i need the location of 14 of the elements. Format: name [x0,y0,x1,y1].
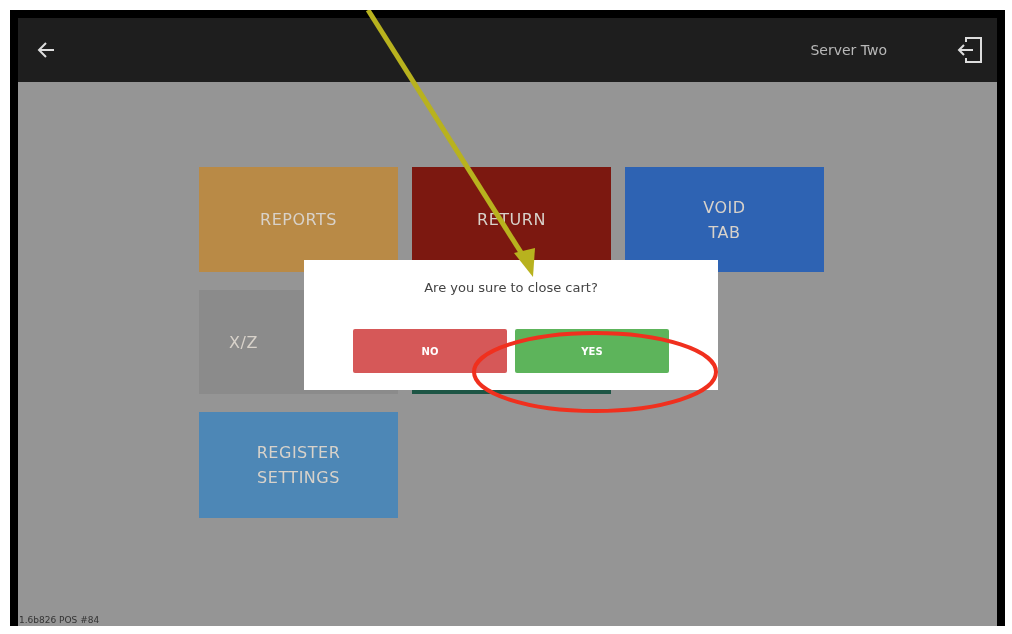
yes-button[interactable]: YES [515,329,669,373]
user-name: Server Two [810,42,887,58]
logout-icon[interactable] [957,36,983,64]
tile-label: REGISTER SETTINGS [256,442,341,489]
back-arrow-icon[interactable] [36,41,56,59]
tile-label: VOID TAB [703,196,746,244]
no-button[interactable]: NO [353,329,507,373]
dialog-message: Are you sure to close cart? [424,280,598,295]
menu-tile[interactable]: VOID TAB [625,167,824,272]
menu-tile[interactable]: REGISTER SETTINGS [199,412,398,518]
version-label: 1.6b826 POS #84 [18,615,101,626]
menu-tile[interactable]: REPORTS [199,167,398,272]
tile-label: X/Z [229,331,258,354]
tile-label: REPORTS [260,209,337,231]
